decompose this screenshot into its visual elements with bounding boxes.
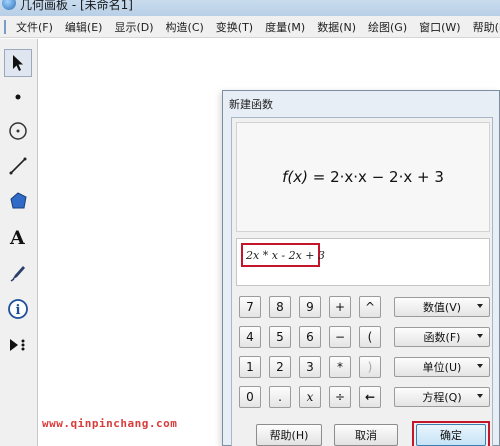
custom-tool-icon[interactable] [4, 331, 32, 359]
menu-edit[interactable]: 编辑(E) [59, 19, 109, 35]
window-title: 几何画板 - [未命名1] [20, 0, 133, 12]
chevron-down-icon [477, 364, 483, 368]
key-6[interactable]: 6 [299, 326, 321, 348]
cancel-button[interactable]: 取消 [334, 424, 398, 446]
expression-highlight: 2x * x - 2x + 3 [241, 243, 325, 267]
menu-file[interactable]: 文件(F) [10, 19, 59, 35]
key-3[interactable]: 3 [299, 356, 321, 378]
formula-display: f(x) = 2·x·x − 2·x + 3 [282, 168, 444, 186]
info-tool-icon[interactable]: i [4, 295, 32, 323]
menu-window[interactable]: 窗口(W) [413, 19, 466, 35]
app-icon [2, 0, 16, 10]
text-tool-icon[interactable]: A [4, 223, 32, 251]
key-decimal[interactable]: . [269, 386, 291, 408]
formula-preview: f(x) = 2·x·x − 2·x + 3 [236, 122, 490, 232]
menu-bar: 文件(F) 编辑(E) 显示(D) 构造(C) 变换(T) 度量(M) 数据(N… [0, 16, 500, 38]
key-4[interactable]: 4 [239, 326, 261, 348]
key-right-paren[interactable]: ) [359, 356, 381, 378]
dialog-title: 新建函数 [229, 98, 273, 111]
key-divide[interactable]: ÷ [329, 386, 351, 408]
arrow-tool-icon[interactable] [4, 49, 32, 77]
title-bar: 几何画板 - [未命名1] [0, 0, 500, 16]
marker-tool-icon[interactable] [4, 259, 32, 287]
key-x[interactable]: x [299, 386, 321, 408]
units-dropdown[interactable]: 单位(U) [394, 357, 490, 377]
values-dropdown-label: 数值(V) [422, 301, 462, 314]
menu-measure[interactable]: 度量(M) [259, 19, 311, 35]
expression-text: 2x * x - 2x + 3 [246, 248, 326, 262]
key-8[interactable]: 8 [269, 296, 291, 318]
key-9[interactable]: 9 [299, 296, 321, 318]
equation-dropdown[interactable]: 方程(Q) [394, 387, 490, 407]
help-button[interactable]: 帮助(H) [256, 424, 322, 446]
functions-dropdown[interactable]: 函数(F) [394, 327, 490, 347]
dialog-body: f(x) = 2·x·x − 2·x + 3 2x * x - 2x + 3 7… [231, 117, 493, 446]
site-watermark: www.qinpinchang.com [42, 417, 178, 430]
key-0[interactable]: 0 [239, 386, 261, 408]
key-multiply[interactable]: * [329, 356, 351, 378]
menu-transform[interactable]: 变换(T) [210, 19, 259, 35]
equation-dropdown-label: 方程(Q) [422, 391, 462, 404]
compass-tool-icon[interactable] [4, 117, 32, 145]
menu-construct[interactable]: 构造(C) [160, 19, 210, 35]
key-left-paren[interactable]: ( [359, 326, 381, 348]
ok-button[interactable]: 确定 [416, 424, 486, 446]
point-tool-icon[interactable] [4, 83, 32, 111]
chevron-down-icon [477, 394, 483, 398]
key-minus[interactable]: − [329, 326, 351, 348]
menu-help[interactable]: 帮助(H) [467, 19, 500, 35]
svg-text:i: i [16, 303, 21, 318]
key-caret[interactable]: ^ [359, 296, 381, 318]
document-icon[interactable] [4, 19, 6, 34]
formula-function-name: f(x) [282, 168, 308, 186]
menu-graph[interactable]: 绘图(G) [362, 19, 413, 35]
chevron-down-icon [477, 334, 483, 338]
expression-input[interactable]: 2x * x - 2x + 3 [236, 238, 490, 286]
functions-dropdown-label: 函数(F) [423, 331, 461, 344]
key-7[interactable]: 7 [239, 296, 261, 318]
key-plus[interactable]: + [329, 296, 351, 318]
menu-display[interactable]: 显示(D) [108, 19, 159, 35]
key-2[interactable]: 2 [269, 356, 291, 378]
formula-expression: = 2·x·x − 2·x + 3 [307, 168, 444, 186]
key-5[interactable]: 5 [269, 326, 291, 348]
chevron-down-icon [477, 304, 483, 308]
units-dropdown-label: 单位(U) [422, 361, 462, 374]
new-function-dialog: 新建函数 f(x) = 2·x·x − 2·x + 3 2x * x - 2x … [222, 90, 500, 446]
svg-text:A: A [9, 227, 25, 247]
values-dropdown[interactable]: 数值(V) [394, 297, 490, 317]
toolbox: A i [0, 39, 38, 446]
line-tool-icon[interactable] [4, 152, 32, 180]
backspace-icon[interactable]: ← [359, 386, 381, 408]
key-1[interactable]: 1 [239, 356, 261, 378]
menu-data[interactable]: 数据(N) [311, 19, 362, 35]
polygon-tool-icon[interactable] [4, 187, 32, 215]
